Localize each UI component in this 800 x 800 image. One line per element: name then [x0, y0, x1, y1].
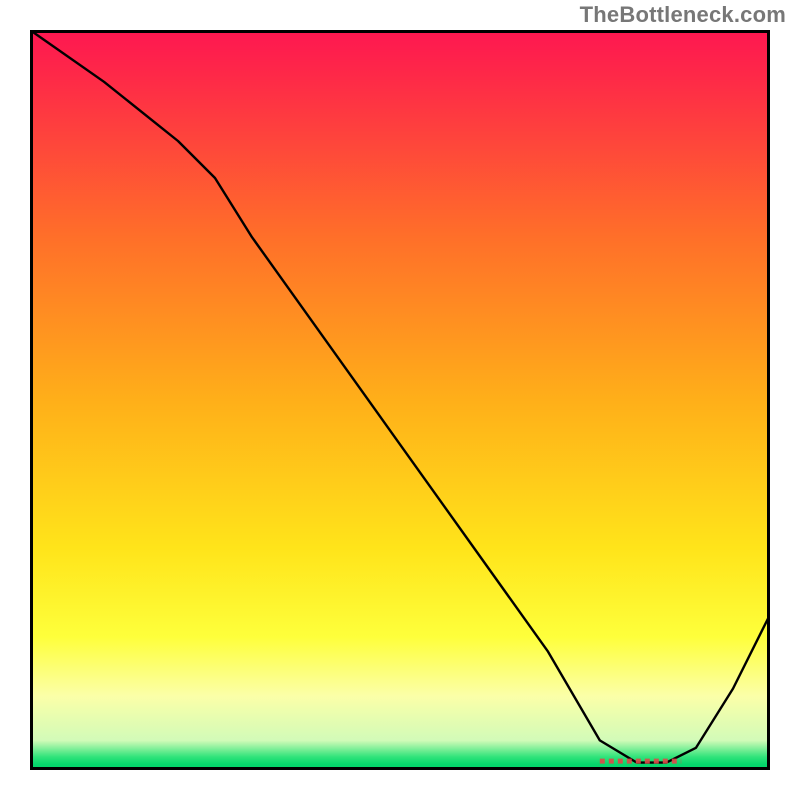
chart-container: TheBottleneck.com	[0, 0, 800, 800]
plot-area	[30, 30, 770, 770]
watermark-text: TheBottleneck.com	[580, 2, 786, 28]
chart-svg	[30, 30, 770, 770]
axes-frame	[30, 30, 770, 770]
bottleneck-curve	[30, 30, 770, 763]
